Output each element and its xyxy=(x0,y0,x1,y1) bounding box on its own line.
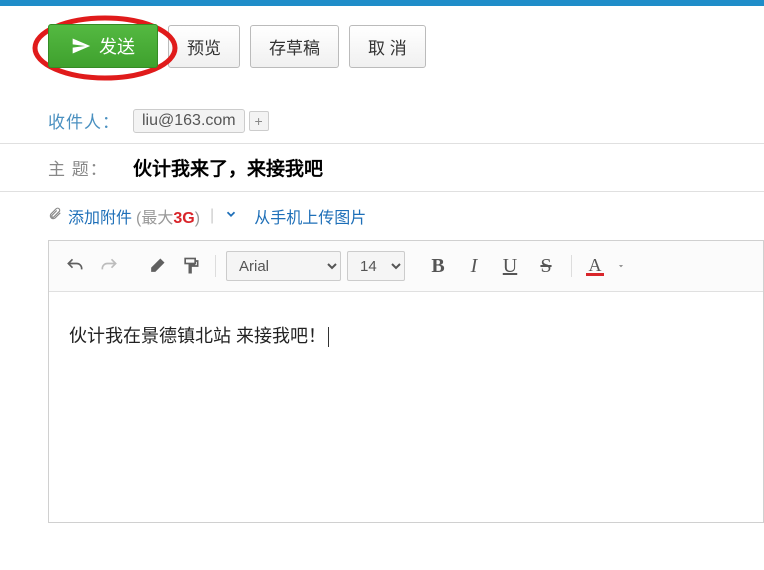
font-color-dropdown-icon[interactable] xyxy=(614,252,628,280)
send-button[interactable]: 发送 xyxy=(48,24,158,68)
recipient-chip[interactable]: liu@163.com xyxy=(133,109,245,133)
attachment-row: 添加附件 (最大3G) | 从手机上传图片 xyxy=(0,192,764,240)
recipient-label: 收件人： xyxy=(48,108,133,133)
preview-button[interactable]: 预览 xyxy=(168,25,240,68)
eraser-icon[interactable] xyxy=(143,252,171,280)
add-recipient-button[interactable]: + xyxy=(249,111,269,131)
pipe-divider: | xyxy=(210,207,214,225)
strikethrough-button[interactable]: S xyxy=(531,251,561,281)
editor-toolbar: Arial 14 B I U S A xyxy=(49,241,763,292)
bold-button[interactable]: B xyxy=(423,251,453,281)
font-color-button[interactable]: A xyxy=(582,257,608,276)
chevron-down-icon[interactable] xyxy=(224,207,238,226)
redo-icon[interactable] xyxy=(95,252,123,280)
text-caret xyxy=(328,327,329,347)
subject-row: 主 题： 伙计我来了，来接我吧 xyxy=(0,144,764,192)
send-icon xyxy=(71,36,91,56)
font-size-select[interactable]: 14 xyxy=(347,251,405,281)
undo-icon[interactable] xyxy=(61,252,89,280)
format-painter-icon[interactable] xyxy=(177,252,205,280)
upload-from-phone-link[interactable]: 从手机上传图片 xyxy=(254,204,366,228)
body-text: 伙计我在景德镇北站 来接我吧！ xyxy=(69,326,326,346)
editor-body[interactable]: 伙计我在景德镇北站 来接我吧！ xyxy=(49,292,763,522)
recipient-row: 收件人： liu@163.com + xyxy=(0,98,764,144)
paperclip-icon xyxy=(48,206,62,227)
save-draft-button[interactable]: 存草稿 xyxy=(250,25,339,68)
editor-container: Arial 14 B I U S A 伙计我在景德镇北站 来接我吧！ xyxy=(48,240,764,523)
cancel-button[interactable]: 取 消 xyxy=(349,25,426,68)
font-family-select[interactable]: Arial xyxy=(226,251,341,281)
underline-button[interactable]: U xyxy=(495,251,525,281)
subject-label: 主 题： xyxy=(48,155,133,180)
main-toolbar: 发送 预览 存草稿 取 消 xyxy=(0,6,764,68)
add-attachment-link[interactable]: 添加附件 xyxy=(68,204,132,228)
subject-value[interactable]: 伙计我来了，来接我吧 xyxy=(133,154,323,181)
attach-size-hint: (最大3G) xyxy=(136,204,200,228)
italic-button[interactable]: I xyxy=(459,251,489,281)
send-label: 发送 xyxy=(99,33,135,59)
